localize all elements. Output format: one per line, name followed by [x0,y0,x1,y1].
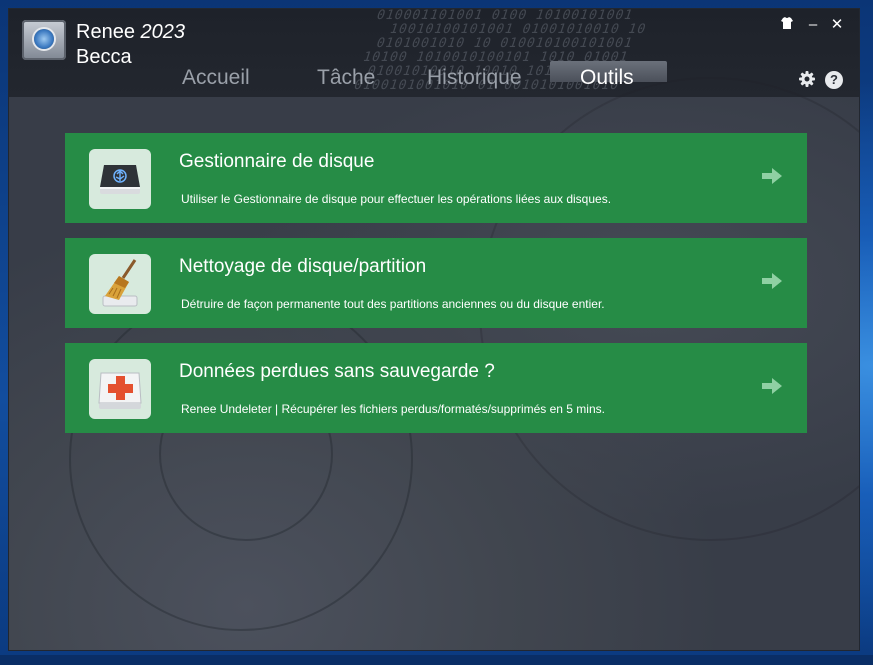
broom-icon [102,259,138,307]
tab-accueil[interactable]: Accueil [182,65,250,91]
tool-card-disk-manager[interactable]: Gestionnaire de disque Utiliser le Gesti… [65,133,807,223]
desktop-taskbar-edge [0,655,873,665]
gear-icon [799,71,815,87]
card-title: Gestionnaire de disque [179,151,375,172]
app-title: Renee 2023 Becca [76,20,185,70]
first-aid-icon [98,372,142,409]
settings-button[interactable] [798,70,816,88]
app-user: Becca [76,46,132,68]
tab-tache[interactable]: Tâche [317,65,375,91]
card-title: Données perdues sans sauvegarde ? [179,361,495,382]
arrow-right-icon [762,273,782,289]
help-button[interactable]: ? [825,71,843,89]
app-name-text: Renee [76,21,135,43]
close-button[interactable]: ✕ [828,16,846,34]
skin-button[interactable] [778,16,796,34]
app-window: 010001101001 0100 10100101001 1001010010… [9,9,859,650]
card-icon-box [89,359,151,419]
app-version: 2023 [140,21,186,43]
card-icon-box [89,149,151,209]
tab-historique[interactable]: Historique [427,65,522,91]
tab-outils[interactable]: Outils [580,65,634,91]
card-title: Nettoyage de disque/partition [179,256,427,277]
app-logo [22,20,66,60]
tool-card-disk-cleanup[interactable]: Nettoyage de disque/partition Détruire d… [65,238,807,328]
arrow-right-icon [762,378,782,394]
card-description: Détruire de façon permanente tout des pa… [181,297,605,311]
disk-drive-icon [100,165,140,194]
arrow-right-icon [762,168,782,184]
card-description: Utiliser le Gestionnaire de disque pour … [181,192,612,206]
card-description: Renee Undeleter | Récupérer les fichiers… [181,402,605,416]
card-icon-box [89,254,151,314]
tool-card-data-recovery[interactable]: Données perdues sans sauvegarde ? Renee … [65,343,807,433]
safe-dial-icon [34,29,54,49]
minimize-button[interactable]: – [804,16,822,34]
shirt-icon [781,17,793,29]
